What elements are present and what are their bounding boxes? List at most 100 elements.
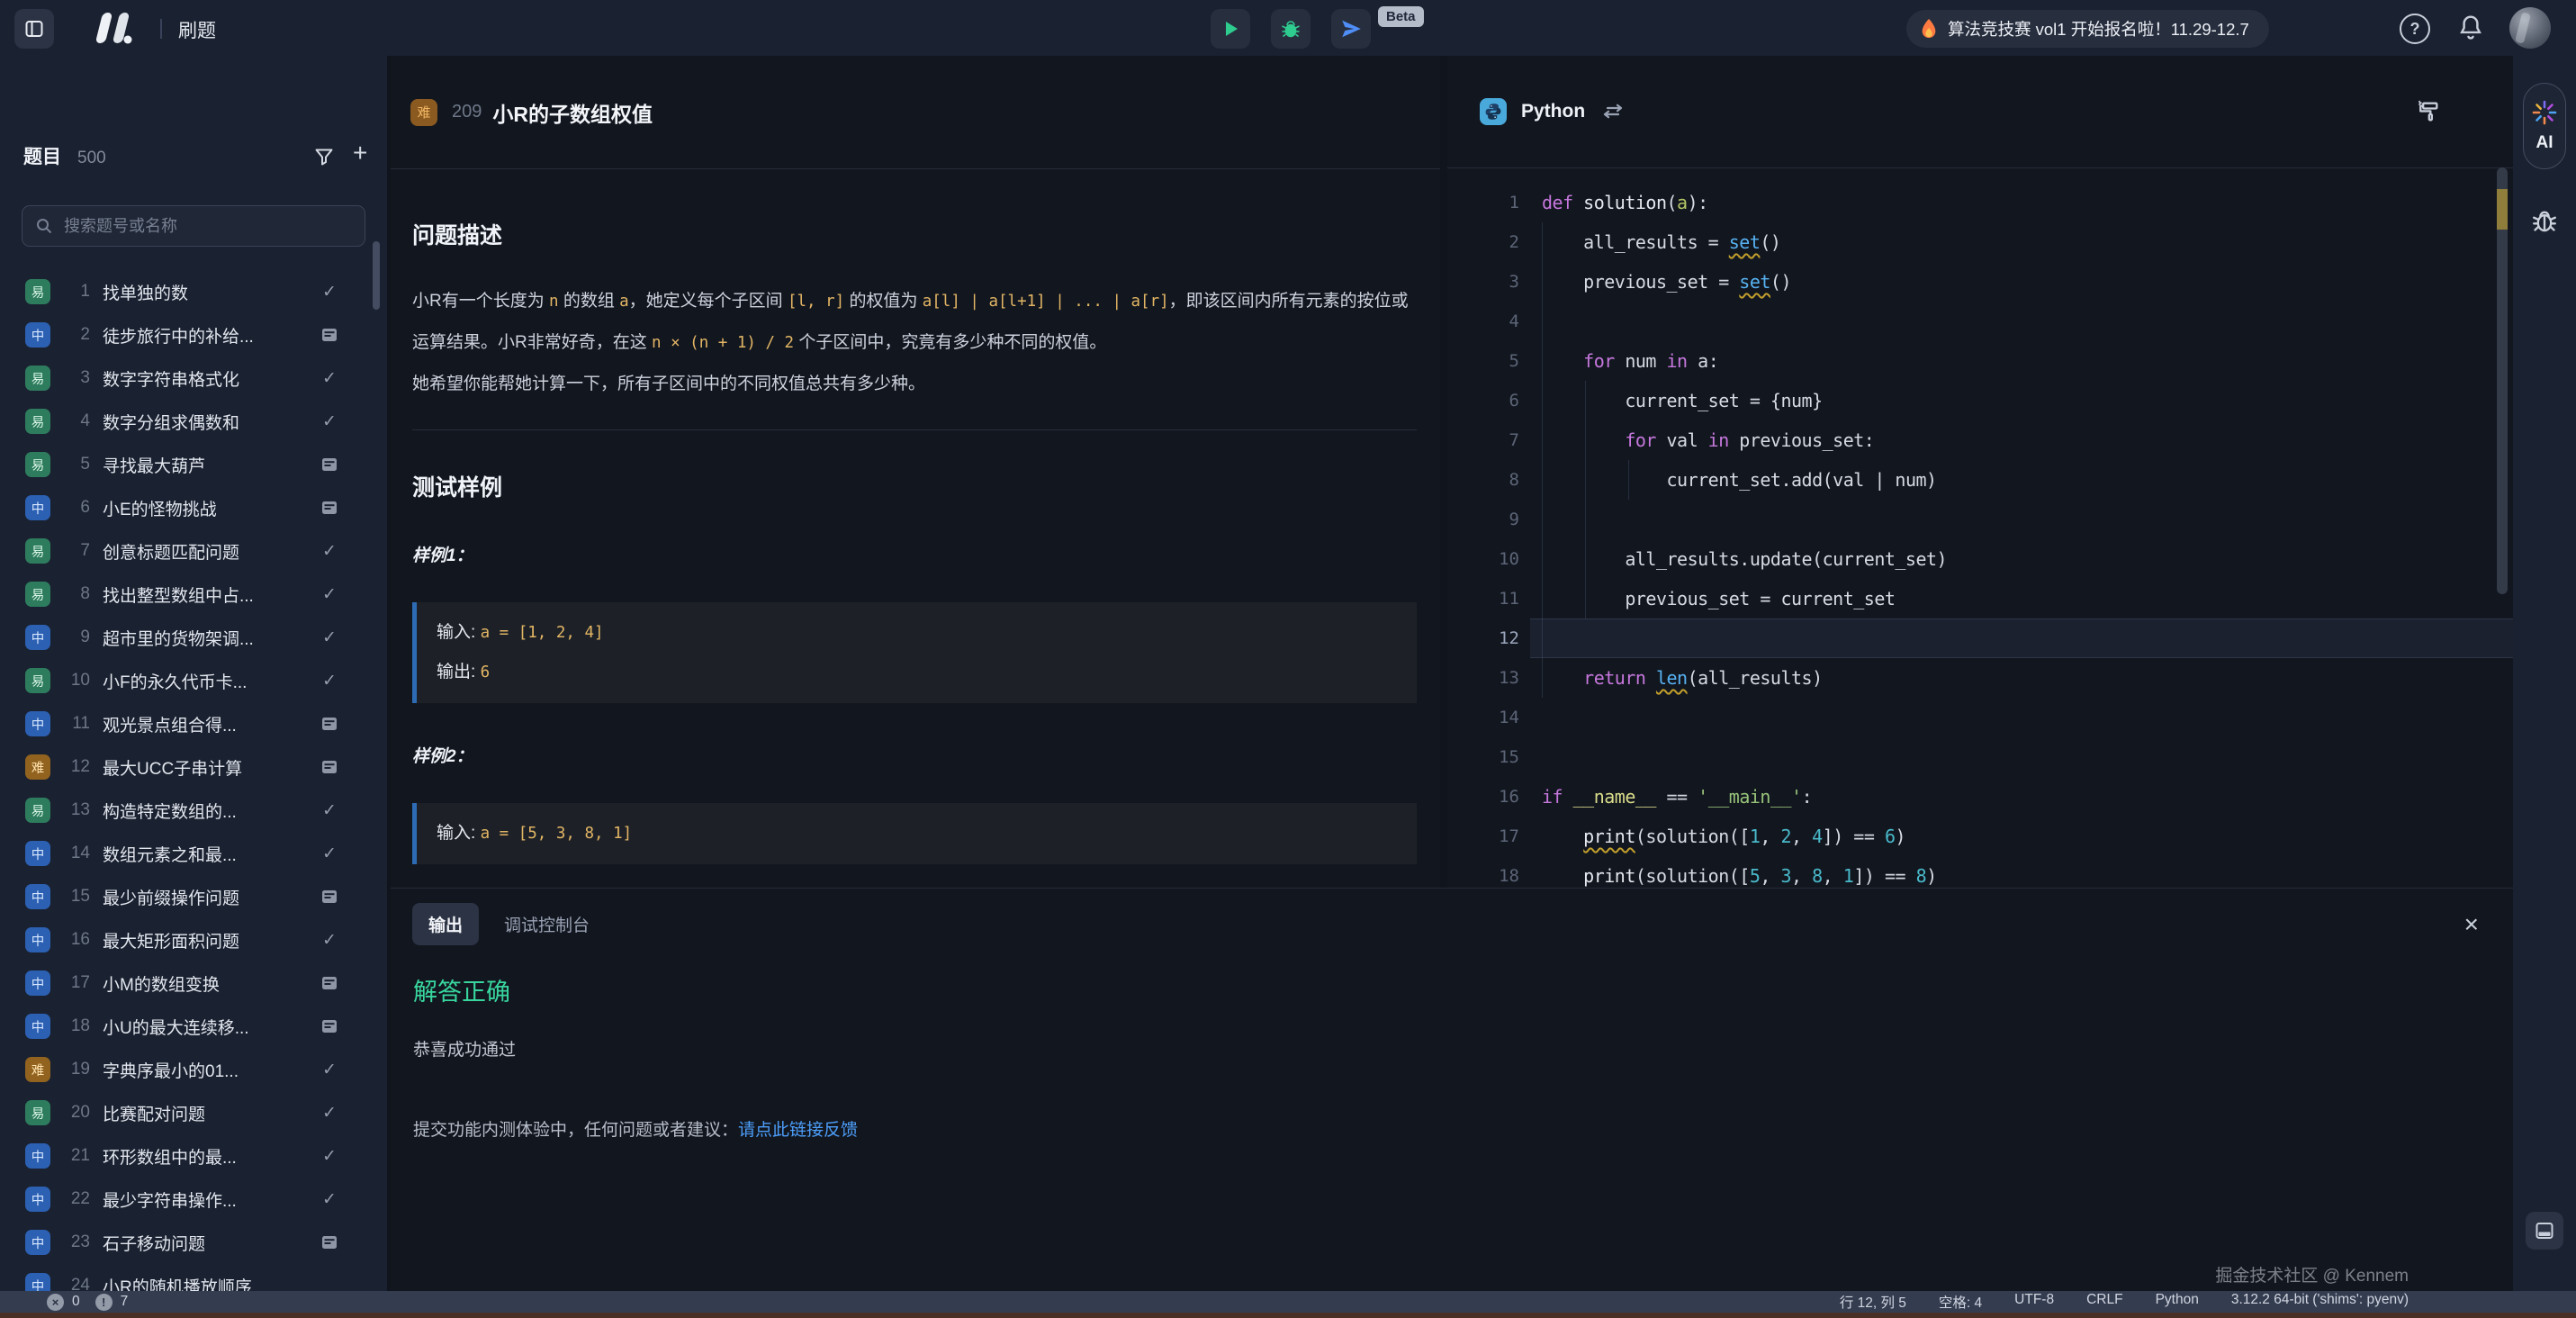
- add-problem-button[interactable]: +: [353, 139, 367, 167]
- problem-title: 小E的怪物挑战: [103, 496, 283, 520]
- code-token: __name__: [1573, 786, 1656, 808]
- line-number: 14: [1447, 698, 1530, 737]
- problem-number: 2: [56, 325, 90, 345]
- code-token: (solution([: [1635, 865, 1750, 887]
- problem-title: 小U的最大连续移...: [103, 1015, 283, 1039]
- code-token: (): [1770, 271, 1791, 293]
- status-item[interactable]: 空格: 4: [1939, 1292, 1982, 1312]
- list-item[interactable]: 易20比赛配对问题✓: [0, 1091, 387, 1134]
- list-item[interactable]: 中17小M的数组变换: [0, 961, 387, 1005]
- difficulty-badge: 易: [25, 409, 50, 434]
- help-button[interactable]: ?: [2400, 14, 2430, 44]
- output-tabs: 输出调试控制台: [391, 889, 2513, 945]
- debug-panel-button[interactable]: [2530, 205, 2559, 236]
- submit-button[interactable]: [1331, 9, 1371, 49]
- list-item[interactable]: 中14数组元素之和最...✓: [0, 832, 387, 875]
- reset-code-button[interactable]: [2365, 99, 2391, 124]
- notifications-button[interactable]: [2457, 14, 2484, 42]
- app-label: 刷题: [178, 16, 216, 43]
- tab-debug-console[interactable]: 调试控制台: [488, 903, 606, 945]
- status-item[interactable]: CRLF: [2086, 1292, 2122, 1312]
- editor-gutter: 123456789101112131415161718: [1447, 167, 1530, 888]
- flame-icon: [1919, 18, 1939, 40]
- list-item[interactable]: 易4数字分组求偶数和✓: [0, 400, 387, 443]
- feedback-link[interactable]: 请点此链接反馈: [738, 1121, 858, 1140]
- code-token: |: [1874, 469, 1885, 491]
- difficulty-badge: 难: [25, 1057, 50, 1082]
- editor-scrollbar[interactable]: [2497, 167, 2508, 594]
- code-token: set: [1739, 271, 1770, 293]
- announcement-banner[interactable]: 算法竞技赛 vol1 开始报名啦！11.29-12.7: [1906, 10, 2269, 48]
- list-item[interactable]: 中6小E的怪物挑战: [0, 486, 387, 529]
- list-item[interactable]: 中16最大矩形面积问题✓: [0, 918, 387, 961]
- text-segment: 输入:: [437, 824, 481, 843]
- status-item[interactable]: Python: [2156, 1292, 2199, 1312]
- avatar[interactable]: [2509, 7, 2551, 49]
- notes-icon: [319, 758, 340, 776]
- search-input[interactable]: [62, 216, 336, 237]
- errors-count[interactable]: 0: [72, 1294, 80, 1310]
- switch-language-button[interactable]: [1601, 102, 1625, 122]
- app-logo[interactable]: [88, 8, 144, 48]
- list-item[interactable]: 易3数字字符串格式化✓: [0, 357, 387, 400]
- run-button[interactable]: [1211, 9, 1250, 49]
- ai-assistant-button[interactable]: AI: [2523, 83, 2566, 169]
- warnings-icon[interactable]: !: [95, 1294, 113, 1311]
- layout-sidebar-icon: [23, 18, 45, 40]
- problem-number: 6: [56, 498, 90, 518]
- status-item[interactable]: UTF-8: [2014, 1292, 2054, 1312]
- line-number: 4: [1447, 302, 1530, 341]
- list-item[interactable]: 易7创意标题匹配问题✓: [0, 529, 387, 573]
- status-item[interactable]: 3.12.2 64-bit ('shims': pyenv): [2231, 1292, 2409, 1312]
- search-box[interactable]: [22, 205, 365, 247]
- list-item[interactable]: 中23石子移动问题: [0, 1221, 387, 1264]
- list-item[interactable]: 易8找出整型数组中占...✓: [0, 573, 387, 616]
- code-token: def: [1542, 192, 1573, 213]
- list-item[interactable]: 易1找单独的数✓: [0, 270, 387, 313]
- search-icon: [35, 217, 53, 235]
- code-token: ]): [1823, 826, 1854, 847]
- sidebar-scrollbar[interactable]: [373, 241, 380, 310]
- list-item[interactable]: 中15最少前缀操作问题: [0, 875, 387, 918]
- close-panel-button[interactable]: ×: [2464, 912, 2479, 937]
- filter-button[interactable]: [313, 146, 335, 167]
- status-items: 行 12, 列 5 空格: 4 UTF-8 CRLF Python 3.12.2 64-b…: [1840, 1292, 2409, 1312]
- list-item[interactable]: 难12最大UCC子串计算: [0, 745, 387, 789]
- inline-code: a[l] | a[l+1] | ... | a[r]: [923, 293, 1169, 311]
- code-token: [1542, 350, 1583, 372]
- list-item[interactable]: 易10小F的永久代币卡...✓: [0, 659, 387, 702]
- code-token: 2: [1780, 826, 1791, 847]
- inline-code: n × (n + 1) / 2: [652, 334, 794, 352]
- status-item[interactable]: 行 12, 列 5: [1840, 1292, 1906, 1312]
- check-icon: ✓: [319, 1060, 340, 1080]
- warnings-count[interactable]: 7: [121, 1294, 129, 1310]
- example-line: 输出: 6: [437, 653, 1417, 692]
- code-token: ,: [1791, 826, 1812, 847]
- code-editor[interactable]: 123456789101112131415161718 def solution…: [1447, 167, 2513, 888]
- list-item[interactable]: 易13构造特定数组的...✓: [0, 789, 387, 832]
- list-item[interactable]: 中11观光景点组合得...: [0, 702, 387, 745]
- problem-number: 10: [56, 671, 90, 691]
- funnel-icon: [313, 146, 335, 167]
- list-item[interactable]: 中22最少字符串操作...✓: [0, 1178, 387, 1221]
- errors-icon[interactable]: ×: [47, 1294, 64, 1311]
- check-icon: ✓: [319, 368, 340, 389]
- code-token: [1542, 667, 1583, 689]
- sidebar-toggle-button[interactable]: [14, 9, 54, 49]
- format-code-button[interactable]: [2416, 99, 2441, 124]
- inline-code: [l, r]: [788, 293, 844, 311]
- debug-button[interactable]: [1271, 9, 1311, 49]
- toggle-bottom-panel-button[interactable]: [2526, 1212, 2563, 1250]
- code-line: if __name__ == '__main__':: [1530, 777, 2513, 817]
- list-item[interactable]: 中2徒步旅行中的补给...: [0, 313, 387, 357]
- list-item[interactable]: 中18小U的最大连续移...: [0, 1005, 387, 1048]
- list-item[interactable]: 易5寻找最大葫芦: [0, 443, 387, 486]
- code-line: [1530, 737, 2513, 777]
- problem-title: 数组元素之和最...: [103, 842, 283, 866]
- list-item[interactable]: 中9超市里的货物架调...✓: [0, 616, 387, 659]
- problem-count: 500: [77, 149, 106, 168]
- list-item[interactable]: 中21环形数组中的最...✓: [0, 1134, 387, 1178]
- problem-title: 数字分组求偶数和: [103, 410, 283, 434]
- list-item[interactable]: 难19字典序最小的01...✓: [0, 1048, 387, 1091]
- tab-output[interactable]: 输出: [412, 903, 479, 945]
